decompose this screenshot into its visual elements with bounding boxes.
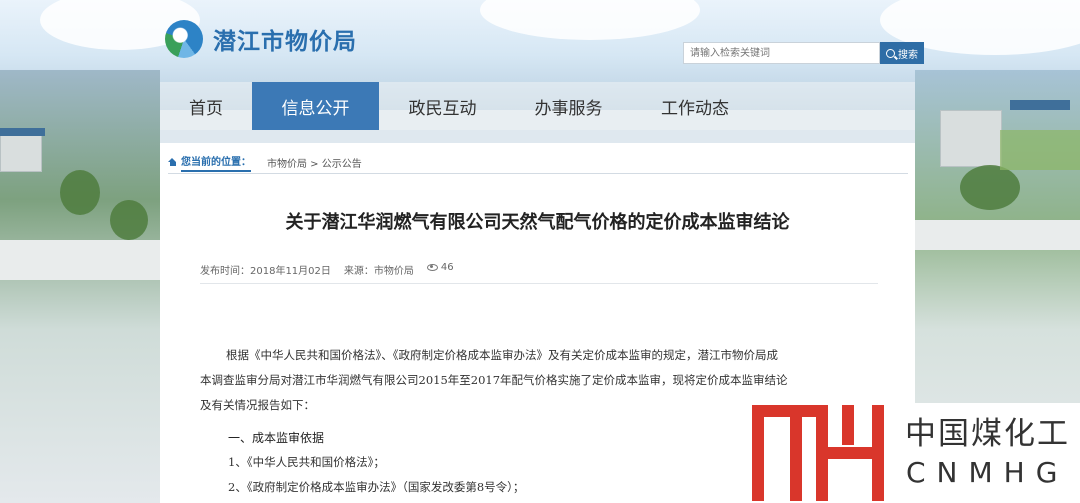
article-source: 来源：市物价局 [343,266,414,277]
paragraph-line: 根据《中华人民共和国价格法》、《政府制定价格成本监审办法》及有关定价成本监审的规… [226,348,778,362]
background-building [0,130,42,172]
list-item: 1、《中华人民共和国价格法》； [228,455,385,469]
background-tree [960,165,1020,210]
watermark-logo: 中国煤化工 CNMHG [750,403,1080,503]
view-count: 46 [426,262,454,277]
watermark-en-text: CNMHG [906,456,1069,489]
search-button[interactable]: 搜索 [880,42,924,64]
paragraph-line: 本调查监审分局对潜江市华润燃气有限公司2015年至2017年配气价格实施了定价成… [200,373,788,387]
background-roof [1010,100,1070,110]
section-heading: 一、成本监审依据 [228,431,325,445]
article-title: 关于潜江华润燃气有限公司天然气配气价格的定价成本监审结论 [285,212,790,233]
site-name: 潜江市物价局 [213,28,357,55]
background-tree [60,170,100,215]
publish-time: 发布时间：2018年11月02日 [200,266,331,277]
search-button-label: 搜索 [898,49,918,61]
nav-item-label: 政民互动 [408,98,477,119]
home-icon [168,158,177,166]
nav-item-label: 工作动态 [661,98,729,119]
cnmhg-logo-mark-icon [752,405,884,501]
site-logo[interactable]: 潜江市物价局 [165,20,357,58]
background-lawn [1000,130,1080,170]
breadcrumb-label: 您当前的位置： [181,153,251,172]
search-bar: 搜索 [683,42,924,64]
search-icon [886,48,895,58]
watermark-cn-text: 中国煤化工 [905,416,1070,452]
nav-item-home[interactable]: 首页 [160,82,252,130]
search-input[interactable] [683,42,880,64]
background-tree [110,200,148,240]
logo-emblem-icon [165,20,203,58]
background-building [940,110,1002,167]
breadcrumb: 您当前的位置： 市物价局 > 公示公告 [168,151,908,174]
breadcrumb-path[interactable]: 市物价局 > 公示公告 [267,155,362,170]
nav-item-info-disclosure[interactable]: 信息公开 [252,82,379,130]
article-meta: 发布时间：2018年11月02日 来源：市物价局 46 [200,262,878,284]
view-count-value: 46 [440,262,454,273]
main-nav: 首页 信息公开 政民互动 办事服务 工作动态 [160,82,915,130]
nav-item-interaction[interactable]: 政民互动 [379,82,506,130]
eye-icon [426,263,438,271]
background-roof [0,128,45,136]
nav-item-label: 办事服务 [534,98,603,119]
nav-item-label: 首页 [189,98,223,119]
nav-item-services[interactable]: 办事服务 [506,82,631,130]
nav-item-news[interactable]: 工作动态 [631,82,759,130]
background-path [0,240,160,280]
background-path [915,220,1080,250]
list-item: 2、《政府制定价格成本监审办法》（国家发改委第8号令）； [228,480,525,494]
nav-item-label: 信息公开 [281,98,350,119]
